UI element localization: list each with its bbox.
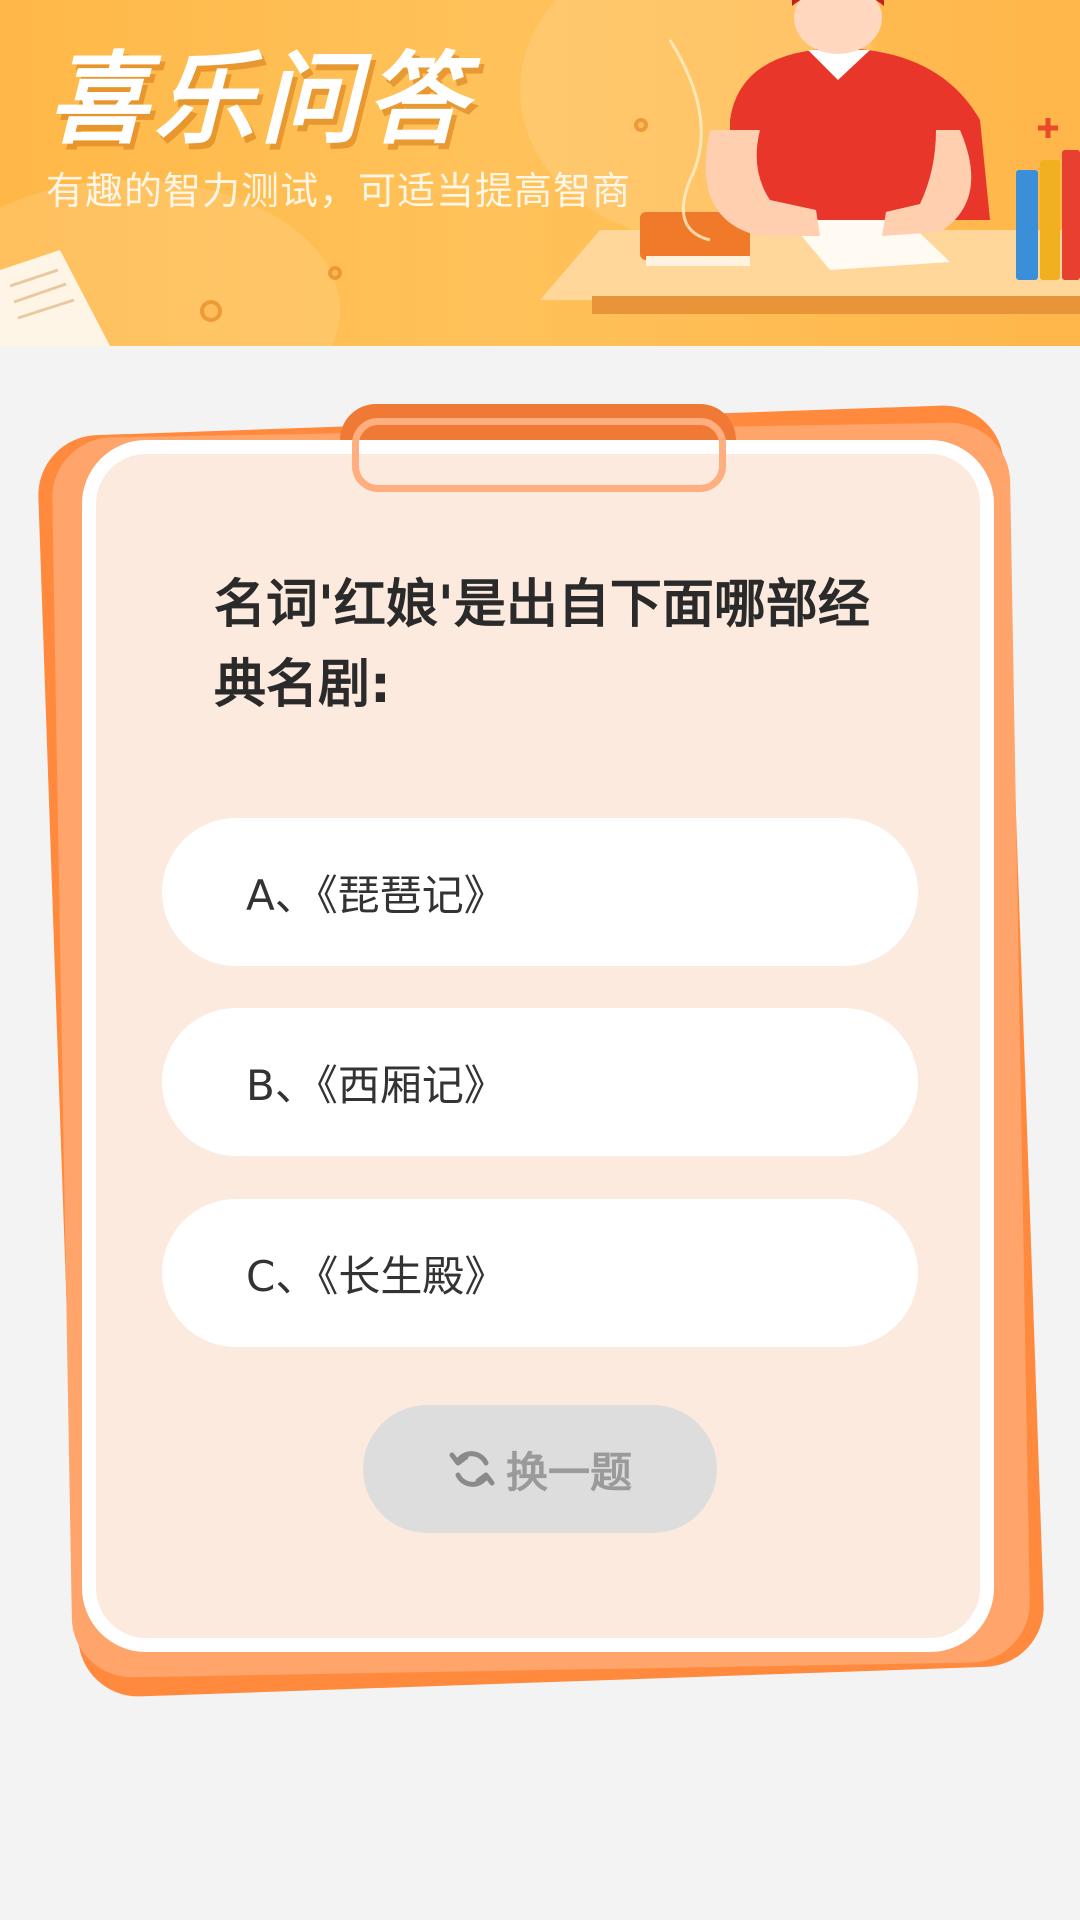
- swap-question-button[interactable]: 换一题: [363, 1405, 717, 1533]
- option-label: A、《琵琶记》: [246, 870, 506, 920]
- option-c-button[interactable]: C、《长生殿》: [162, 1199, 918, 1347]
- question-text: 名词'红娘'是出自下面哪部经典名剧:: [214, 575, 870, 715]
- banner-title: 喜乐问答: [48, 41, 472, 158]
- student-illustration: [540, 0, 1080, 314]
- paper-decoration: [0, 250, 110, 346]
- option-label: B、《西厢记》: [246, 1060, 506, 1110]
- header-banner: 喜乐问答 有趣的智力测试，可适当提高智商: [0, 0, 1080, 346]
- refresh-icon: [449, 1451, 495, 1487]
- option-label: C、《长生殿》: [246, 1251, 507, 1301]
- swap-question-label: 换一题: [505, 1447, 632, 1497]
- option-a-button[interactable]: A、《琵琶记》: [162, 818, 918, 966]
- banner-dot: [328, 266, 342, 280]
- banner-dot: [200, 300, 222, 322]
- card-clip: [352, 418, 726, 492]
- option-b-button[interactable]: B、《西厢记》: [162, 1008, 918, 1156]
